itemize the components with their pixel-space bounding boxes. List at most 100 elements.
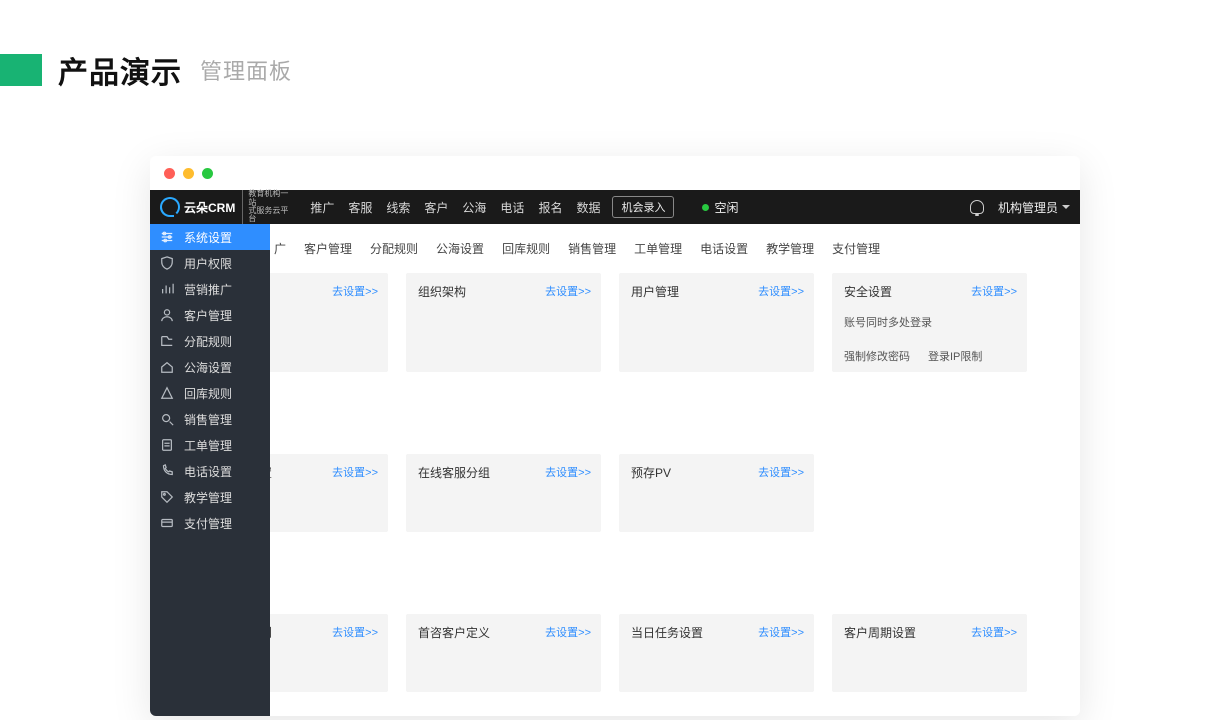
tab-item[interactable]: 广 [272,236,295,261]
sidebar-item[interactable]: 销售管理 [150,406,270,432]
nav-item[interactable]: 推广 [310,199,334,216]
bell-icon[interactable] [970,200,984,214]
page-header: 产品演示 管理面板 [0,48,292,92]
go-settings-link[interactable]: 去设置>> [545,464,591,480]
settings-card: 首咨客户定义去设置>> [406,614,601,692]
status-indicator[interactable]: 空闲 [702,199,738,216]
opportunity-entry-button[interactable]: 机会录入 [612,196,674,218]
sidebar-item-label: 系统设置 [184,229,232,246]
sidebar-item[interactable]: 公海设置 [150,354,270,380]
sidebar-item-label: 回库规则 [184,385,232,402]
settings-card: 安全设置去设置>>账号同时多处登录强制修改密码登录IP限制 [832,273,1027,372]
sidebar-item[interactable]: 系统设置 [150,224,270,250]
app-window: 云朵CRM 教育机构一站式服务云平台 推广 客服 线索 客户 公海 电话 报名 … [150,156,1080,716]
tab-item[interactable]: 分配规则 [361,236,427,261]
sidebar-item[interactable]: 客户管理 [150,302,270,328]
card-sub-item[interactable]: 登录IP限制 [928,348,982,364]
nav-item[interactable]: 公海 [462,199,486,216]
go-settings-link[interactable]: 去设置>> [545,283,591,299]
status-dot-icon [702,204,709,211]
maximize-icon[interactable] [202,168,213,179]
tab-item[interactable]: 公海设置 [427,236,493,261]
sidebar-item[interactable]: 营销推广 [150,276,270,302]
sidebar-item[interactable]: 教学管理 [150,484,270,510]
tab-item[interactable]: 工单管理 [625,236,691,261]
tab-item[interactable]: 客户管理 [295,236,361,261]
sidebar-item-label: 工单管理 [184,437,232,454]
settings-card: 置去设置>> [270,454,388,532]
go-settings-link[interactable]: 去设置>> [758,464,804,480]
flow-icon [160,334,174,348]
sidebar-item[interactable]: 分配规则 [150,328,270,354]
sidebar-item[interactable]: 工单管理 [150,432,270,458]
sidebar-item-label: 销售管理 [184,411,232,428]
sliders-icon [160,230,174,244]
sidebar-item-label: 电话设置 [184,463,232,480]
sidebar-item-label: 客户管理 [184,307,232,324]
sidebar-item[interactable]: 支付管理 [150,510,270,536]
settings-card: 则去设置>> [270,614,388,692]
search-icon [160,412,174,426]
accent-bar [0,54,42,86]
sidebar-item-label: 支付管理 [184,515,232,532]
chevron-down-icon [1062,205,1070,209]
user-name: 机构管理员 [998,199,1058,216]
sidebar-item-label: 教学管理 [184,489,232,506]
card-sub-list: 账号同时多处登录强制修改密码 登录IP限制 [844,314,1015,364]
go-settings-link[interactable]: 去设置>> [971,624,1017,640]
triangle-icon [160,386,174,400]
minimize-icon[interactable] [183,168,194,179]
sidebar-item[interactable]: 用户权限 [150,250,270,276]
tab-strip: 广客户管理分配规则公海设置回库规则销售管理工单管理电话设置教学管理支付管理 [270,224,1080,273]
sidebar-item-label: 用户权限 [184,255,232,272]
go-settings-link[interactable]: 去设置>> [758,624,804,640]
go-settings-link[interactable]: 去设置>> [758,283,804,299]
go-settings-link[interactable]: 去设置>> [332,464,378,480]
settings-card: 用户管理去设置>> [619,273,814,372]
settings-card: 客户周期设置去设置>> [832,614,1027,692]
nav-item[interactable]: 客服 [348,199,372,216]
main-content: 广客户管理分配规则公海设置回库规则销售管理工单管理电话设置教学管理支付管理 去设… [270,224,1080,716]
user-icon [160,308,174,322]
tab-item[interactable]: 回库规则 [493,236,559,261]
tag-icon [160,490,174,504]
topbar: 云朵CRM 教育机构一站式服务云平台 推广 客服 线索 客户 公海 电话 报名 … [150,190,1080,224]
logo[interactable]: 云朵CRM 教育机构一站式服务云平台 [160,190,294,224]
shield-icon [160,256,174,270]
logo-tagline: 教育机构一站式服务云平台 [242,190,294,224]
house-icon [160,360,174,374]
go-settings-link[interactable]: 去设置>> [332,624,378,640]
tab-item[interactable]: 支付管理 [823,236,889,261]
nav-item[interactable]: 客户 [424,199,448,216]
tab-item[interactable]: 教学管理 [757,236,823,261]
logo-text: 云朵CRM [184,199,235,216]
bars-icon [160,282,174,296]
nav-item[interactable]: 数据 [576,199,600,216]
card-sub-item[interactable]: 账号同时多处登录 [844,314,932,330]
cards-wrap: 去设置>>组织架构去设置>>用户管理去设置>>安全设置去设置>>账号同时多处登录… [270,273,1080,692]
tab-item[interactable]: 销售管理 [559,236,625,261]
go-settings-link[interactable]: 去设置>> [332,283,378,299]
sidebar-item[interactable]: 电话设置 [150,458,270,484]
status-label: 空闲 [714,199,738,216]
page-subtitle: 管理面板 [200,54,292,86]
close-icon[interactable] [164,168,175,179]
settings-card: 组织架构去设置>> [406,273,601,372]
nav-item[interactable]: 线索 [386,199,410,216]
go-settings-link[interactable]: 去设置>> [971,283,1017,299]
settings-card: 在线客服分组去设置>> [406,454,601,532]
sidebar-item[interactable]: 回库规则 [150,380,270,406]
doc-icon [160,438,174,452]
user-menu[interactable]: 机构管理员 [998,199,1070,216]
go-settings-link[interactable]: 去设置>> [545,624,591,640]
window-controls [150,156,1080,190]
nav-item[interactable]: 电话 [500,199,524,216]
cloud-icon [160,197,180,217]
page-title: 产品演示 [58,48,182,92]
settings-card: 预存PV去设置>> [619,454,814,532]
sidebar-item-label: 分配规则 [184,333,232,350]
nav-item[interactable]: 报名 [538,199,562,216]
card-sub-item[interactable]: 强制修改密码 [844,348,910,364]
tab-item[interactable]: 电话设置 [691,236,757,261]
top-nav: 推广 客服 线索 客户 公海 电话 报名 数据 [310,199,600,216]
